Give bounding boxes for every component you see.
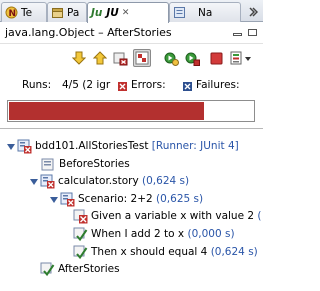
tree-node-label: Then x should equal 4 (0,624 s) (91, 246, 258, 258)
scenario-name: Scenario: 2+2 (78, 193, 153, 205)
show-failures-only-toggle[interactable] (133, 49, 151, 67)
tab-label: Pa (67, 6, 80, 19)
tree-node-label: Given a variable x with value 2 ( (91, 210, 262, 222)
tree-row-story[interactable]: calculator.story (0,624 s) (40, 172, 189, 190)
expand-triangle-icon[interactable] (30, 178, 38, 186)
tree-row-step-when[interactable]: When I add 2 to x (0,000 s) (73, 225, 235, 243)
chevron-down-icon[interactable] (244, 55, 252, 63)
tab-label: JU (106, 7, 119, 19)
tree-row-before-stories[interactable]: BeforeStories (41, 155, 130, 173)
errors-label: Errors: (131, 79, 166, 91)
runs-value: 4/5 (2 igr (62, 79, 111, 91)
test-ignored-icon (41, 158, 54, 170)
test-passed-icon (73, 245, 88, 259)
test-progress-fill (9, 102, 204, 120)
test-suite-error-icon (17, 139, 32, 153)
tab-label: Na (198, 6, 213, 19)
view-title: java.lang.Object – AfterStories (5, 26, 172, 39)
relaunch-failed-button[interactable] (111, 49, 129, 67)
test-progress-bar (7, 100, 255, 122)
tree-node-label: calculator.story (0,624 s) (58, 175, 189, 187)
step-duration: (0,624 s) (207, 246, 258, 258)
next-failure-icon (72, 51, 86, 65)
tree-row-step-then[interactable]: Then x should equal 4 (0,624 s) (73, 243, 258, 261)
rerun-test-button[interactable] (162, 49, 180, 67)
next-failure-button[interactable] (70, 49, 88, 67)
test-suite-error-icon (60, 192, 75, 206)
test-run-history-button[interactable] (229, 49, 243, 67)
relaunch-failed-tests-icon (113, 52, 127, 65)
view-title-bar: java.lang.Object – AfterStories (0, 22, 263, 44)
tree-node-label: Scenario: 2+2 (0,625 s) (78, 193, 203, 205)
failures-label: Failures: (196, 79, 240, 91)
tree-row-root[interactable]: bdd101.AllStoriesTest [Runner: JUnit 4] (17, 137, 239, 155)
junit-toolbar (0, 44, 263, 72)
history-icon (230, 51, 241, 65)
rerun-failed-first-icon (185, 52, 200, 66)
tree-row-scenario[interactable]: Scenario: 2+2 (0,625 s) (60, 190, 203, 208)
stop-button[interactable] (207, 49, 225, 67)
maximize-icon[interactable] (248, 29, 257, 36)
show-failures-only-icon (135, 51, 149, 65)
tab-na[interactable]: Na (169, 2, 241, 22)
view-tab-bar: N Te Pa Ju JU ✕ Na (0, 0, 263, 23)
rerun-failed-first-button[interactable] (183, 49, 201, 67)
test-tree[interactable]: bdd101.AllStoriesTest [Runner: JUnit 4] … (0, 128, 263, 291)
error-icon (118, 82, 127, 91)
story-duration: (0,624 s) (138, 175, 190, 187)
junit-icon: Ju (91, 7, 103, 19)
close-icon[interactable]: ✕ (122, 8, 130, 18)
tab-pa[interactable]: Pa (47, 2, 87, 22)
tab-label: Te (21, 6, 33, 19)
tab-junit[interactable]: Ju JU ✕ (87, 2, 169, 23)
minimize-icon[interactable] (233, 33, 242, 36)
chevron-right-icon[interactable] (248, 7, 258, 17)
previous-failure-icon (93, 51, 107, 65)
rerun-test-icon (164, 52, 179, 66)
suite-name: bdd101.AllStoriesTest (35, 140, 149, 152)
failure-icon (183, 82, 192, 91)
package-explorer-icon (52, 8, 63, 18)
view-menu-button[interactable] (244, 66, 245, 67)
stop-icon (210, 52, 222, 64)
step-duration: ( (254, 210, 262, 222)
tree-node-label: AfterStories (58, 263, 120, 275)
test-counters: Runs: 4/5 (2 igr Errors: Failures: (0, 78, 263, 94)
runs-label: Runs: (22, 79, 52, 91)
tab-te[interactable]: N Te (1, 2, 47, 22)
expand-triangle-icon[interactable] (50, 196, 58, 204)
test-passed-icon (73, 227, 88, 241)
step-name: When I add 2 to x (91, 228, 185, 240)
expand-triangle-icon[interactable] (7, 143, 15, 151)
type-hierarchy-icon: N (5, 6, 18, 19)
navigator-icon (174, 7, 185, 18)
tree-node-label: bdd101.AllStoriesTest [Runner: JUnit 4] (35, 140, 239, 152)
test-passed-icon (40, 262, 55, 276)
tree-node-label: BeforeStories (59, 158, 130, 170)
test-error-icon (73, 209, 88, 223)
step-name: Given a variable x with value 2 (91, 210, 255, 222)
test-suite-error-icon (40, 174, 55, 188)
scenario-duration: (0,625 s) (152, 193, 204, 205)
previous-failure-button[interactable] (91, 49, 109, 67)
tree-row-after-stories[interactable]: AfterStories (40, 260, 120, 278)
step-name: Then x should equal 4 (91, 246, 208, 258)
runner-info: [Runner: JUnit 4] (148, 140, 239, 152)
tree-row-step-given[interactable]: Given a variable x with value 2 ( (73, 207, 262, 225)
svg-text:N: N (9, 9, 17, 19)
step-duration: (0,000 s) (184, 228, 235, 240)
story-name: calculator.story (58, 175, 139, 187)
tree-node-label: When I add 2 to x (0,000 s) (91, 228, 235, 240)
